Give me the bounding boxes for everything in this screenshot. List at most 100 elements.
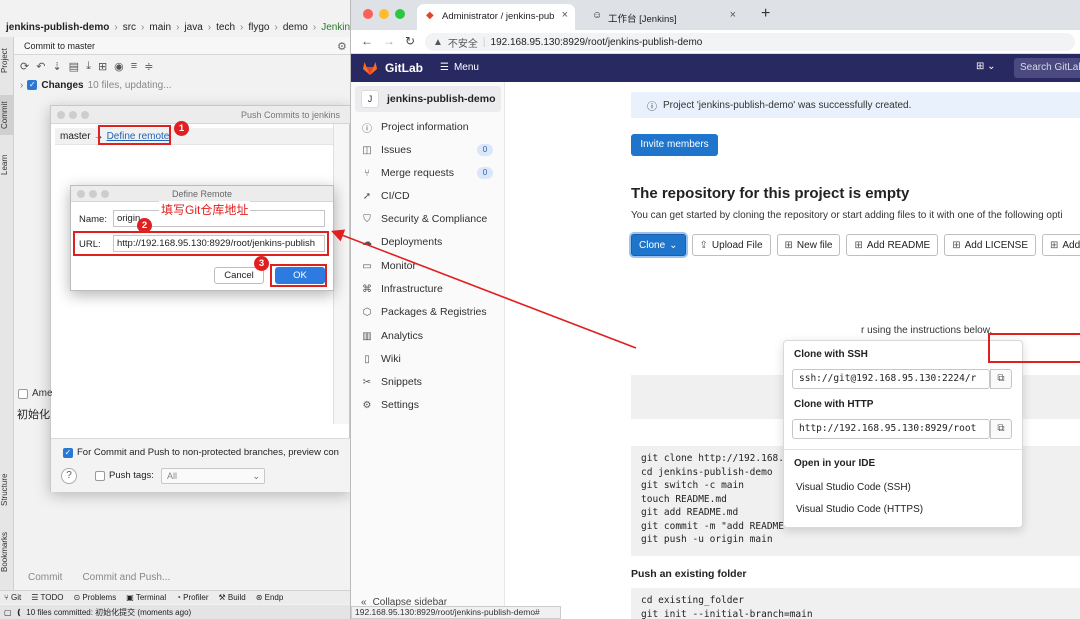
sidebar-item-label: CI/CD <box>381 190 410 202</box>
expand-icon[interactable]: ≡ <box>131 60 137 72</box>
breadcrumb-class[interactable]: JenkinsPubli <box>321 22 350 33</box>
tab-gitlab[interactable]: ◆ Administrator / jenkins-publish × <box>417 4 575 30</box>
tool-window-strip: Project Commit Learn Structure Bookmarks <box>0 37 14 597</box>
amend-checkbox[interactable] <box>18 388 28 399</box>
breadcrumb-flygo[interactable]: flygo <box>248 22 269 33</box>
forward-icon[interactable]: → <box>383 34 395 48</box>
breadcrumb-src[interactable]: src <box>123 22 136 33</box>
vscode-https-item[interactable]: Visual Studio Code (HTTPS) <box>796 504 923 515</box>
group-icon[interactable]: ⊞ <box>98 60 107 73</box>
tool-git[interactable]: ⑂ Git <box>4 593 21 602</box>
invite-members-button[interactable]: Invite members <box>631 134 718 156</box>
gear-icon[interactable]: ⚙ <box>337 40 347 53</box>
amend-option[interactable]: Ame <box>18 388 53 399</box>
window-minimize-dot[interactable] <box>69 111 77 119</box>
window-close-button[interactable] <box>363 9 373 19</box>
sidebar-item-project-information[interactable]: ⓘ Project information <box>361 118 499 136</box>
changes-row[interactable]: › ✓ Changes 10 files, updating... <box>14 77 350 93</box>
breadcrumb-project[interactable]: jenkins-publish-demo <box>6 22 109 33</box>
diff-icon[interactable]: ▤ <box>69 60 79 73</box>
tool-problems[interactable]: ⊙ Problems <box>73 593 116 602</box>
sidebar-item-issues[interactable]: ◫ Issues 0 <box>361 141 499 159</box>
annotation-text: 填写Git仓库地址 <box>159 201 251 218</box>
window-zoom-dot[interactable] <box>81 111 89 119</box>
vscode-ssh-item[interactable]: Visual Studio Code (SSH) <box>796 482 911 493</box>
tool-build[interactable]: ⚒ Build <box>219 593 246 602</box>
menu-button[interactable]: ☰ Menu <box>440 62 479 73</box>
sidebar-item-security[interactable]: ⛉ Security & Compliance <box>361 210 499 228</box>
collapse-icon[interactable]: ≑ <box>144 60 153 73</box>
copy-http-icon[interactable]: ⧉ <box>990 419 1012 439</box>
new-file-label: New file <box>796 239 833 251</box>
tool-terminal[interactable]: ▣ Terminal <box>126 593 166 602</box>
preview-checkbox[interactable]: ✓ <box>63 447 73 458</box>
reload-icon[interactable]: ↻ <box>405 34 415 48</box>
preview-option[interactable]: ✓ For Commit and Push to non-protected b… <box>63 447 339 458</box>
sidebar-item-deployments[interactable]: ☁ Deployments <box>361 233 499 251</box>
create-new-button[interactable]: ⊞ ⌄ <box>976 61 996 72</box>
tool-profiler[interactable]: ◔ Profiler <box>176 593 208 602</box>
window-close-dot[interactable] <box>57 111 65 119</box>
commit-button[interactable]: Commit <box>28 572 62 583</box>
sidebar-item-wiki[interactable]: ▯ Wiki <box>361 350 499 368</box>
repo-actions: Clone ⌄ ⇪ Upload File ⊞ New file ⊞ Add READM… <box>631 234 1080 256</box>
refresh-icon[interactable]: ⟳ <box>20 60 29 73</box>
window-zoom-button[interactable] <box>395 9 405 19</box>
new-file-button[interactable]: ⊞ New file <box>776 234 841 256</box>
add-license-button[interactable]: ⊞ Add LICENSE <box>944 234 1036 256</box>
breadcrumb-tech[interactable]: tech <box>216 22 235 33</box>
push-folder-code: cd existing_folder git init --initial-br… <box>631 588 1080 619</box>
close-icon[interactable]: × <box>562 9 568 21</box>
url-bar[interactable]: ▲ 不安全 | 192.168.95.130:8929/root/jenkins… <box>425 33 1075 51</box>
tool-todo[interactable]: ☰ TODO <box>31 593 63 602</box>
hammer-icon: ⚒ <box>218 593 228 602</box>
search-input[interactable]: Search GitLab <box>1014 58 1080 78</box>
clone-button[interactable]: Clone ⌄ <box>631 234 686 256</box>
gitlab-logo-icon[interactable] <box>362 60 378 76</box>
breadcrumb-demo[interactable]: demo <box>283 22 308 33</box>
sidebar-project[interactable]: J jenkins-publish-demo <box>355 86 501 112</box>
sidebar-item-infrastructure[interactable]: ⌘ Infrastructure <box>361 280 499 298</box>
changes-checkbox[interactable]: ✓ <box>27 80 38 90</box>
gitlab-brand[interactable]: GitLab <box>385 61 423 75</box>
copy-ssh-icon[interactable]: ⧉ <box>990 369 1012 389</box>
side-tab-bookmarks[interactable]: Bookmarks <box>0 527 14 577</box>
sidebar-item-analytics[interactable]: ▥ Analytics <box>361 327 499 345</box>
push-tags-select[interactable]: All ⌄ <box>161 468 265 484</box>
breadcrumb-main[interactable]: main <box>149 22 171 33</box>
update-icon[interactable]: ⇣ <box>52 60 61 73</box>
commit-message[interactable]: 初始化 <box>17 406 50 422</box>
push-tags-option[interactable]: Push tags: <box>95 470 154 481</box>
sidebar-item-snippets[interactable]: ✂ Snippets <box>361 373 499 391</box>
new-tab-button[interactable]: + <box>761 5 770 23</box>
tab-jenkins[interactable]: ☺ 工作台 [Jenkins] × <box>583 4 743 30</box>
upload-file-button[interactable]: ⇪ Upload File <box>691 234 771 256</box>
add-more-button[interactable]: ⊞ Add <box>1042 234 1080 256</box>
side-tab-commit[interactable]: Commit <box>0 95 14 135</box>
tool-endpoints[interactable]: ⊛ Endp <box>256 593 284 602</box>
eye-icon[interactable]: ◉ <box>114 60 124 73</box>
breadcrumb-java[interactable]: java <box>184 22 202 33</box>
sidebar-item-cicd[interactable]: ➚ CI/CD <box>361 187 499 205</box>
commit-toolbar: ⟳ ↶ ⇣ ▤ ⤓ ⊞ ◉ ≡ ≑ <box>14 56 350 76</box>
add-readme-button[interactable]: ⊞ Add README <box>846 234 939 256</box>
changes-label: Changes <box>41 79 84 91</box>
sidebar-item-packages[interactable]: ⬡ Packages & Registries <box>361 303 499 321</box>
push-tags-checkbox[interactable] <box>95 470 105 481</box>
chevron-right-icon[interactable]: › <box>20 80 23 91</box>
help-button[interactable]: ? <box>61 468 77 484</box>
download-icon[interactable]: ⤓ <box>86 60 91 73</box>
side-tab-learn[interactable]: Learn <box>0 147 14 183</box>
http-url-input[interactable]: http://192.168.95.130:8929/root <box>792 419 990 439</box>
sidebar-item-monitor[interactable]: ▭ Monitor <box>361 257 499 275</box>
ssh-url-input[interactable]: ssh://git@192.168.95.130:2224/r <box>792 369 990 389</box>
close-icon[interactable]: × <box>730 9 736 21</box>
sidebar-item-settings[interactable]: ⚙ Settings <box>361 396 499 414</box>
window-minimize-button[interactable] <box>379 9 389 19</box>
side-tab-project[interactable]: Project <box>0 41 14 81</box>
side-tab-structure[interactable]: Structure <box>0 467 14 513</box>
sidebar-item-merge-requests[interactable]: ⑂ Merge requests 0 <box>361 164 499 182</box>
commit-push-button[interactable]: Commit and Push... <box>82 572 170 583</box>
rollback-icon[interactable]: ↶ <box>36 60 45 73</box>
back-icon[interactable]: ← <box>361 34 373 48</box>
